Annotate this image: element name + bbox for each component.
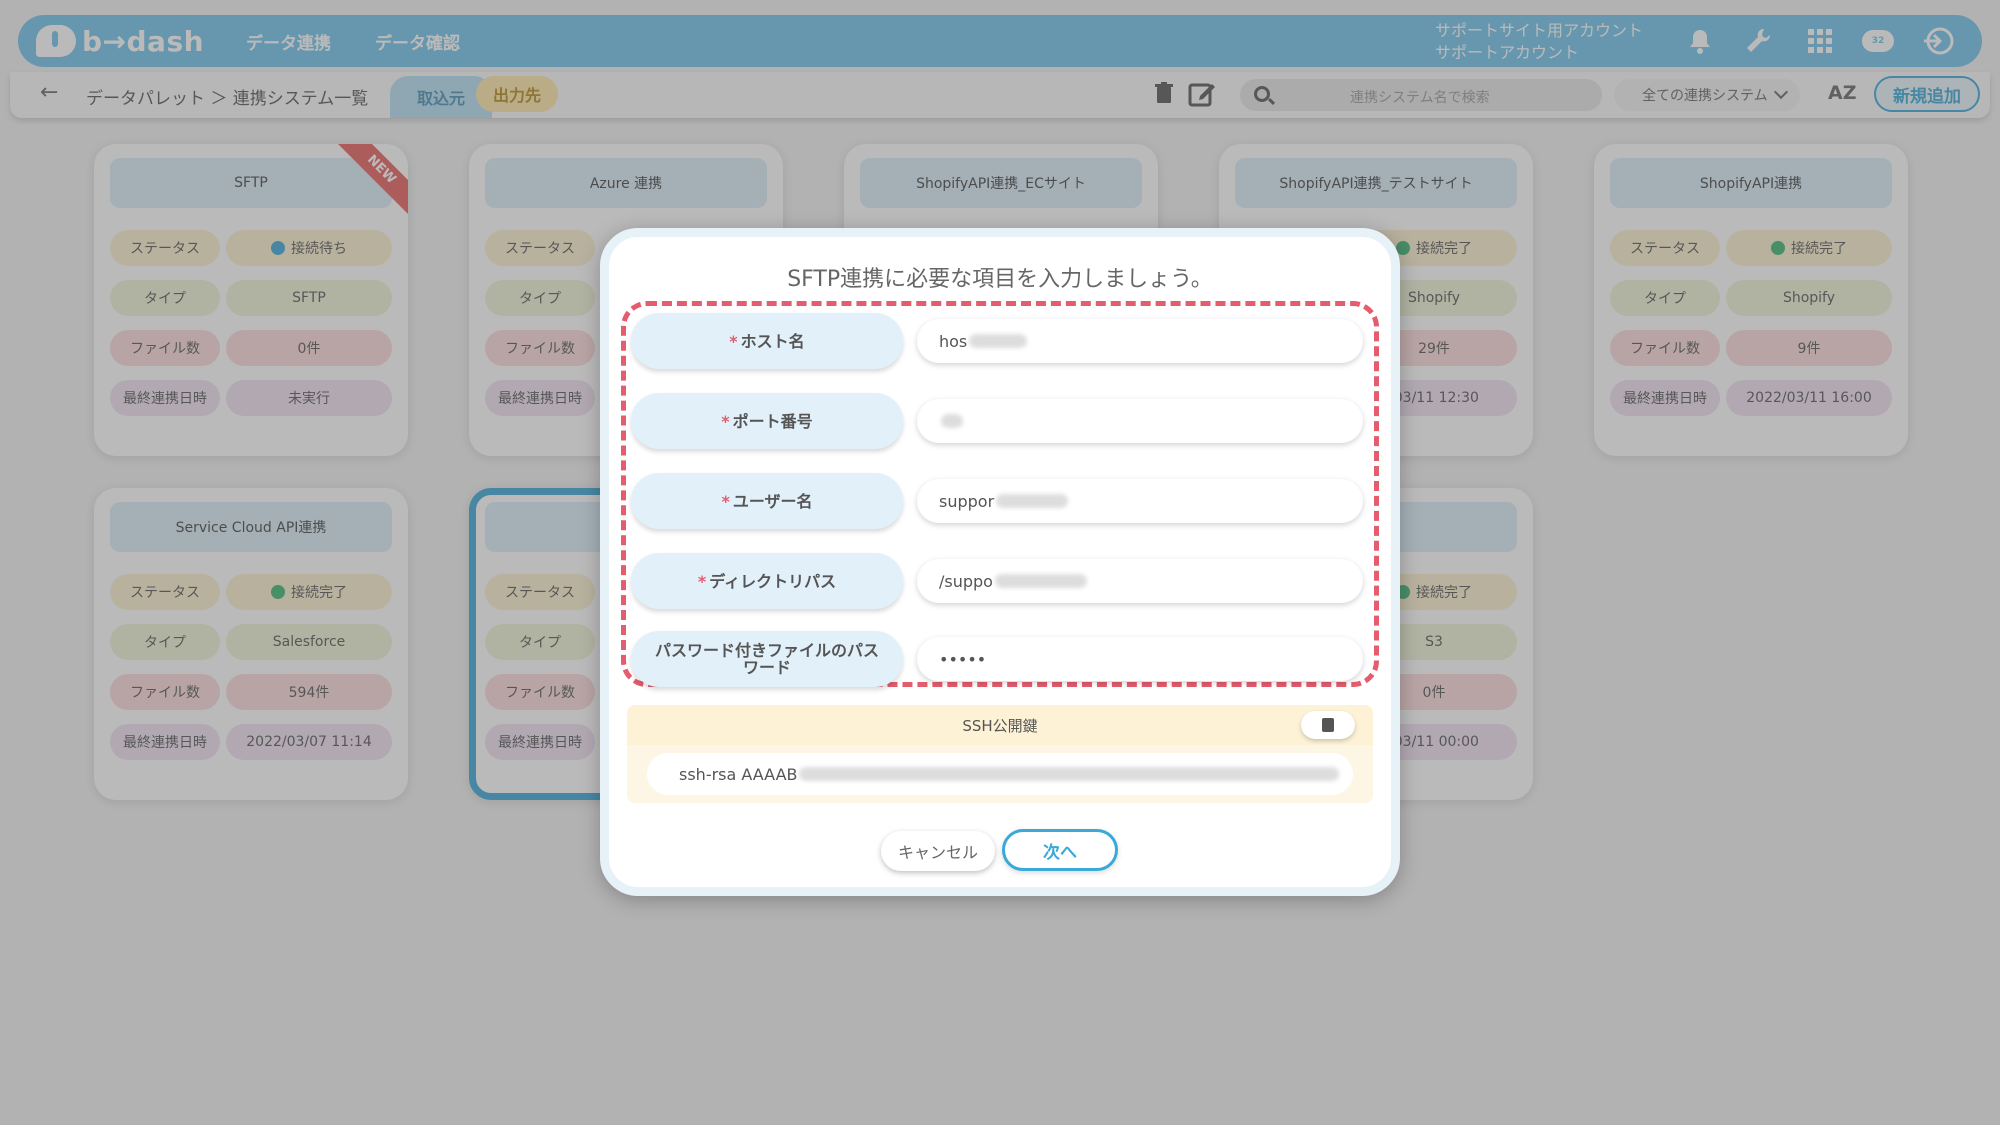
host-row: * ホスト名 hos — [631, 313, 1371, 369]
host-label: * ホスト名 — [631, 313, 903, 369]
host-input[interactable]: hos — [917, 319, 1363, 363]
file-password-row: パスワード付きファイルのパスワード ••••• — [631, 631, 1371, 687]
directory-label: * ディレクトリパス — [631, 553, 903, 609]
ssh-key-panel: ssh-rsa AAAAB — [627, 745, 1373, 803]
username-row: * ユーザー名 suppor — [631, 473, 1371, 529]
port-row: * ポート番号 — [631, 393, 1371, 449]
username-input[interactable]: suppor — [917, 479, 1363, 523]
ssh-key-title: SSH公開鍵 — [962, 716, 1038, 735]
next-button[interactable]: 次へ — [1002, 829, 1118, 871]
port-input[interactable] — [917, 399, 1363, 443]
copy-icon — [1318, 714, 1334, 732]
file-password-label: パスワード付きファイルのパスワード — [631, 631, 903, 687]
cancel-button[interactable]: キャンセル — [881, 831, 995, 871]
copy-button[interactable] — [1301, 711, 1355, 739]
port-label: * ポート番号 — [631, 393, 903, 449]
sftp-setup-dialog: SFTP連携に必要な項目を入力しましょう。 * ホスト名 hos * ポート番号 *… — [600, 228, 1400, 896]
ssh-key-value[interactable]: ssh-rsa AAAAB — [647, 753, 1353, 795]
directory-input[interactable]: /suppo — [917, 559, 1363, 603]
ssh-key-header: SSH公開鍵 — [627, 705, 1373, 745]
directory-row: * ディレクトリパス /suppo — [631, 553, 1371, 609]
dialog-title: SFTP連携に必要な項目を入力しましょう。 — [787, 267, 1213, 292]
file-password-input[interactable]: ••••• — [917, 637, 1363, 681]
username-label: * ユーザー名 — [631, 473, 903, 529]
